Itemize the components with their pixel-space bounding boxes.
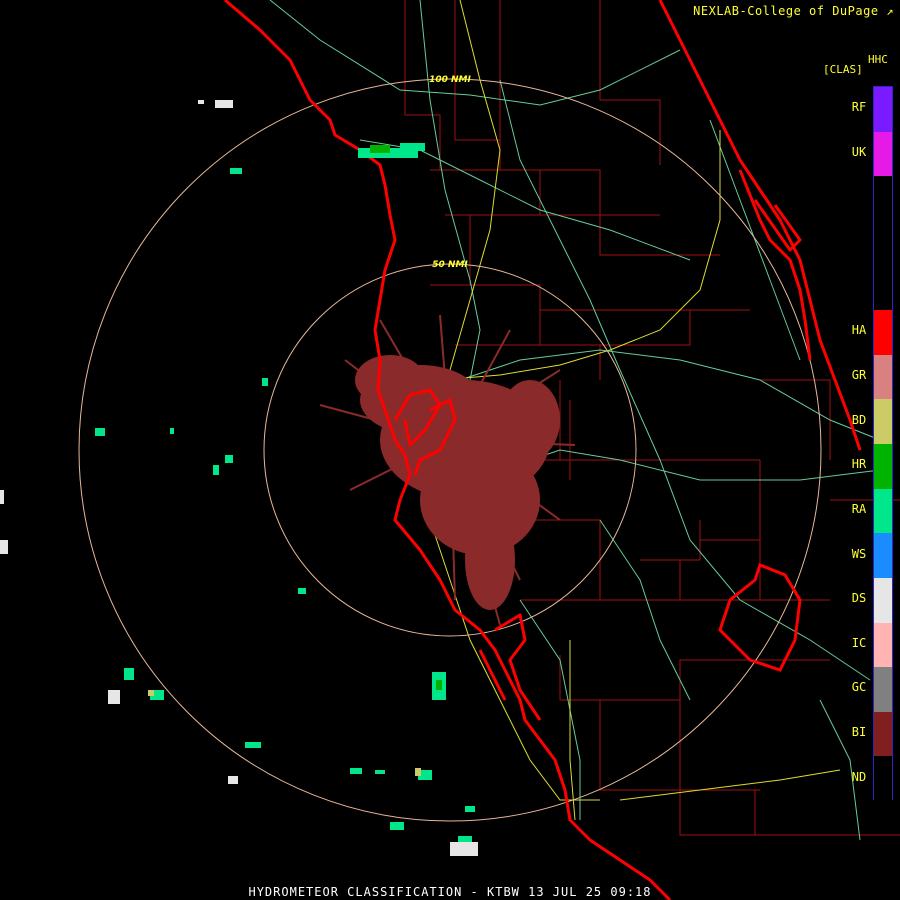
product-short: [CLAS] [823, 63, 863, 76]
legend-label-uk: UK [851, 144, 867, 159]
product-code: HHC [868, 53, 888, 66]
inner-ring-label: 50 NMI [432, 260, 468, 270]
rain-echoes [95, 143, 475, 842]
outer-ring-label: 100 NMI [429, 75, 471, 85]
legend-swatch-gap [874, 176, 892, 311]
product-title: HYDROMETEOR CLASSIFICATION - KTBW 13 JUL… [248, 885, 652, 899]
legend-label-gc: GC [851, 680, 867, 695]
legend-label-nd: ND [851, 769, 867, 784]
highways-minor [269, 0, 881, 841]
legend-label-ds: DS [851, 591, 867, 606]
credit-label: NEXLAB-College of DuPage ↗ [693, 4, 894, 18]
legend-label-ra: RA [851, 501, 867, 516]
legend-label-rf: RF [851, 100, 867, 115]
legend-label-ha: HA [851, 323, 867, 338]
legend-label-ws: WS [851, 546, 867, 561]
biological-echo-area [355, 355, 560, 610]
legend-label-bi: BI [851, 725, 867, 740]
radar-map[interactable]: 100 NMI 50 NMI [0, 0, 900, 900]
legend-label-ic: IC [851, 635, 867, 650]
legend-label-gr: GR [851, 368, 867, 383]
legend-label-hr: HR [851, 457, 867, 472]
legend-label-bd: BD [851, 412, 867, 427]
